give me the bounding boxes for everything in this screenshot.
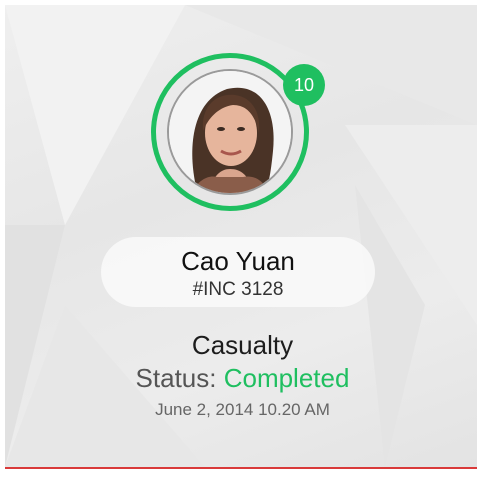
timestamp: June 2, 2014 10.20 AM	[155, 400, 330, 419]
status-label: Status:	[135, 363, 224, 393]
card-bottom-border	[5, 467, 477, 469]
person-name: Cao Yuan	[181, 246, 295, 276]
status-line: Status: Completed	[0, 363, 485, 393]
incident-id: #INC 3128	[192, 279, 284, 300]
user-avatar-photo-icon	[169, 71, 291, 193]
avatar[interactable]	[167, 69, 293, 195]
notification-badge[interactable]: 10	[283, 64, 325, 106]
status-value: Completed	[223, 363, 350, 393]
incident-category: Casualty	[191, 330, 294, 360]
